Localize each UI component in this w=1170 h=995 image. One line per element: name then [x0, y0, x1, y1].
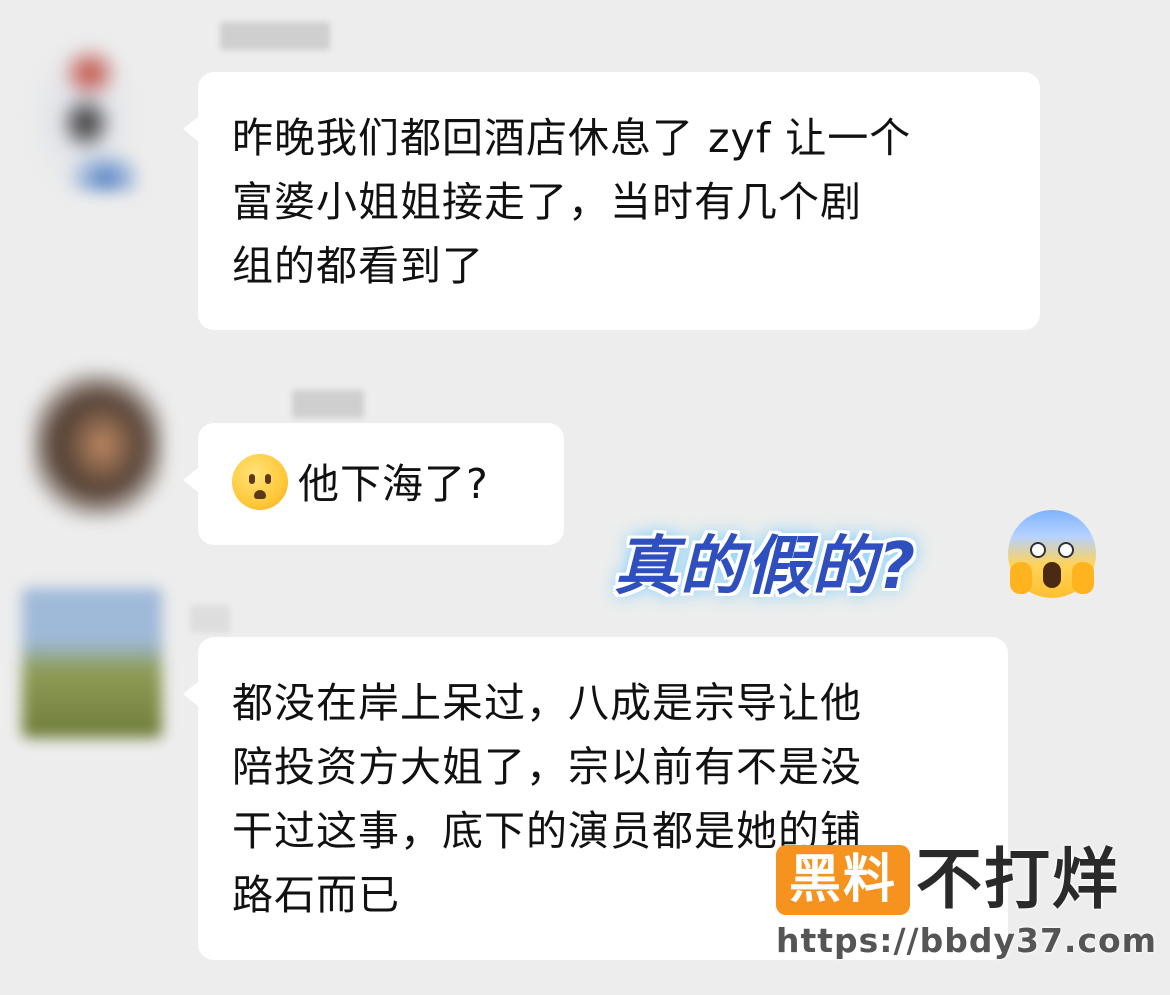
sender-name-blurred: [190, 605, 230, 633]
message-text-line: 他下海了?: [232, 452, 530, 516]
message-text-line: 组的都看到了: [232, 242, 484, 290]
sender-name-blurred: [292, 390, 364, 418]
message-text-line: 富婆小姐姐接走了，当时有几个剧: [232, 178, 862, 226]
watermark-brand: 不打烊: [916, 841, 1120, 918]
message-text-line: 都没在岸上呆过，八成是宗导让他: [232, 679, 862, 727]
watermark: 黑料 不打烊 https://bbdy37.com: [776, 841, 1156, 963]
message-bubble[interactable]: 他下海了?: [183, 423, 564, 545]
watermark-url: https://bbdy37.com: [776, 921, 1158, 960]
avatar[interactable]: [22, 588, 162, 738]
face-screaming-in-fear-icon: [1008, 510, 1096, 598]
overlay-caption: 真的假的?: [614, 530, 918, 604]
message-text-line: 陪投资方大姐了，宗以前有不是没: [232, 743, 862, 791]
sender-name-blurred: [220, 22, 330, 50]
message-bubble[interactable]: 昨晚我们都回酒店休息了 zyf 让一个 富婆小姐姐接走了，当时有几个剧 组的都看…: [183, 72, 1040, 330]
worried-face-icon: [232, 454, 288, 510]
avatar[interactable]: [30, 370, 165, 520]
watermark-badge: 黑料: [776, 845, 910, 915]
message-text: 他下海了?: [298, 460, 489, 508]
message-text-line: 昨晚我们都回酒店休息了 zyf 让一个: [232, 114, 912, 162]
avatar[interactable]: [28, 28, 138, 193]
